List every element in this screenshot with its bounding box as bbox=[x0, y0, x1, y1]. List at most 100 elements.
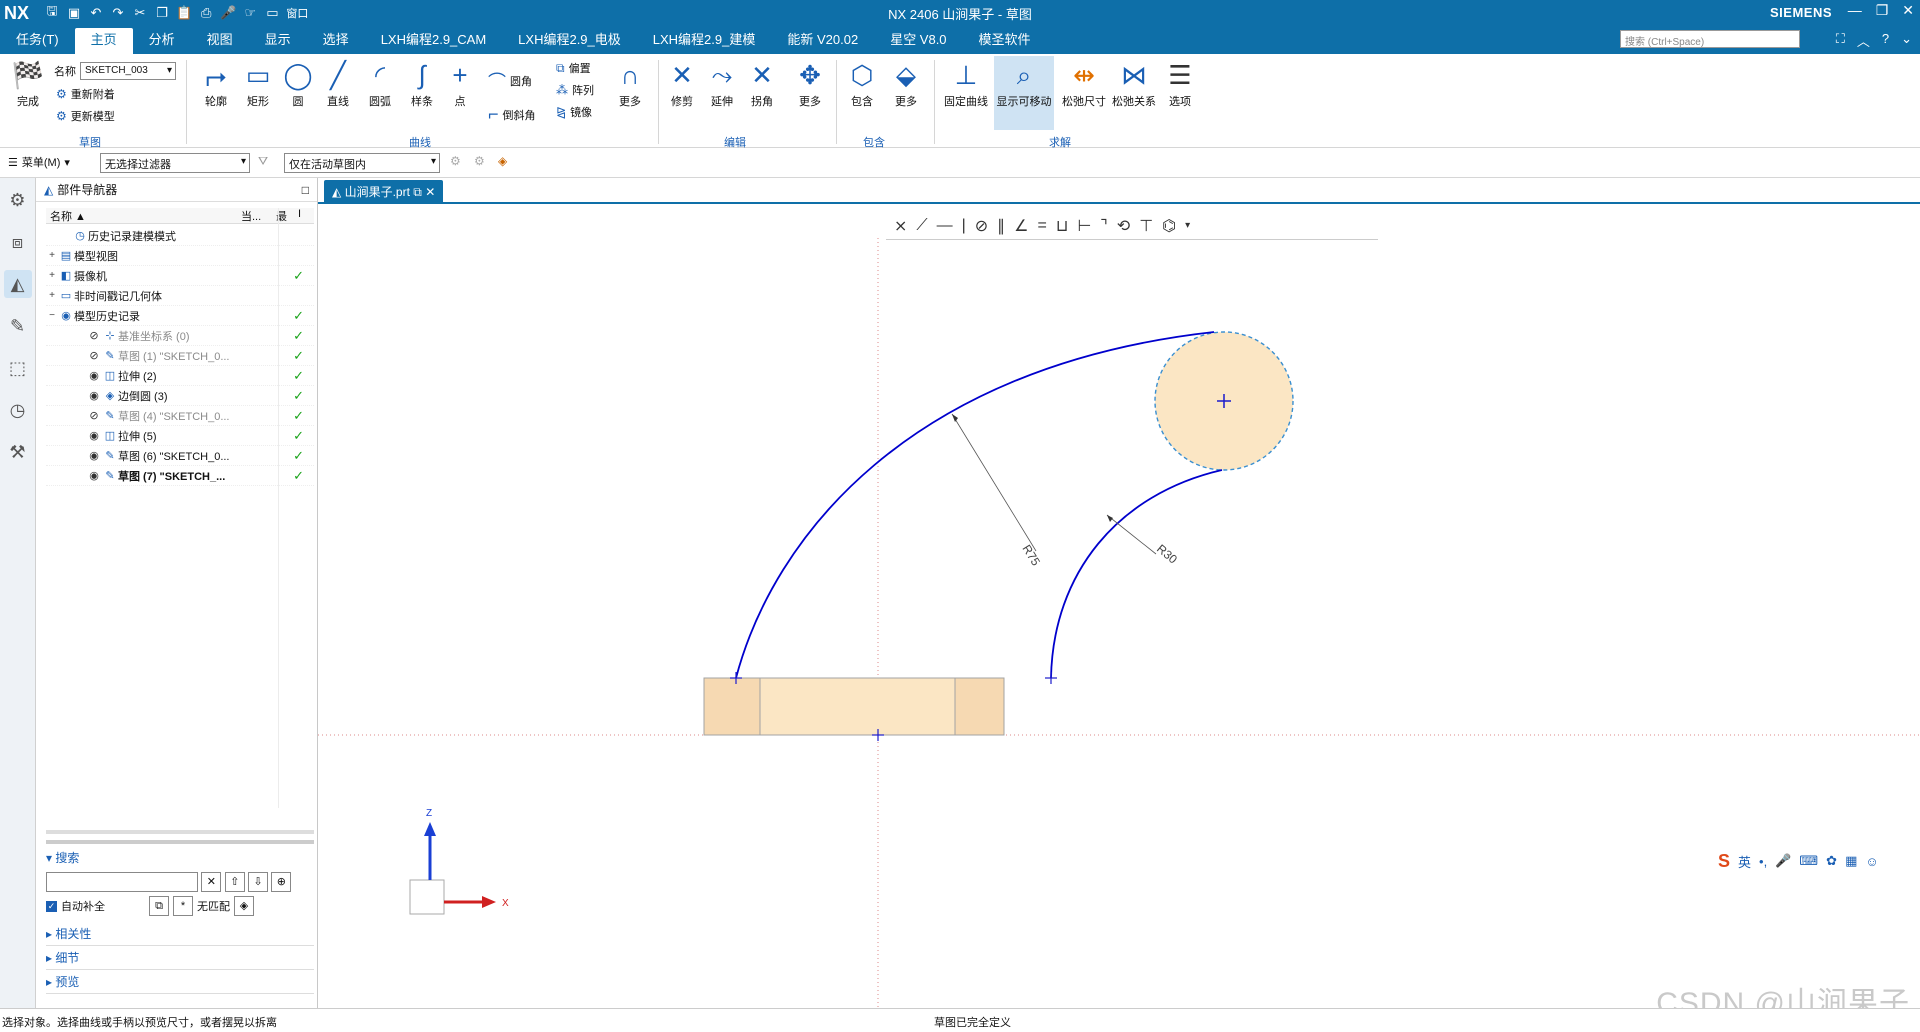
tab-task[interactable]: 任务(T) bbox=[0, 28, 75, 54]
print-icon[interactable]: ⎙ bbox=[198, 5, 214, 21]
navigator-row[interactable]: ⊘ ✎ 草图 (1) "SKETCH_0... ✓ bbox=[46, 346, 314, 366]
navigator-row[interactable]: ◉ ✎ 草图 (7) "SKETCH_... ✓ bbox=[46, 466, 314, 486]
tab-display[interactable]: 显示 bbox=[249, 28, 307, 54]
keyboard-icon[interactable]: ⌨ bbox=[1799, 853, 1818, 869]
column-current[interactable]: 当... bbox=[241, 208, 276, 223]
toolbox-icon[interactable]: ▦ bbox=[1845, 853, 1857, 869]
column-extra[interactable]: I bbox=[298, 208, 308, 223]
block-fillet-face-right[interactable] bbox=[954, 677, 1005, 736]
column-latest[interactable]: 最 bbox=[276, 208, 298, 223]
tab-lxh-modeling[interactable]: LXH编程2.9_建模 bbox=[637, 28, 772, 54]
sogou-logo-icon[interactable]: S bbox=[1718, 851, 1730, 872]
search-section[interactable]: ▾ 搜索 bbox=[46, 848, 314, 868]
options-icon[interactable]: ⌄ bbox=[1901, 31, 1912, 50]
search-up-icon[interactable]: ⇧ bbox=[224, 872, 245, 892]
visible-eye-icon[interactable]: ◉ bbox=[86, 389, 102, 402]
command-search-input[interactable]: 搜索 (Ctrl+Space) bbox=[1620, 30, 1800, 48]
deselect-icon[interactable]: ⚙ bbox=[474, 154, 485, 168]
expand-toggle-icon[interactable]: + bbox=[46, 250, 58, 261]
line-button[interactable]: ╱ 直线 bbox=[320, 60, 356, 109]
hidden-eye-icon[interactable]: ⊘ bbox=[86, 409, 102, 422]
dimension-leader-r30[interactable] bbox=[1106, 514, 1157, 555]
include-button[interactable]: ⬡ 包含 bbox=[844, 60, 880, 109]
navigator-row[interactable]: ◉ ◈ 边倒圆 (3) ✓ bbox=[46, 386, 314, 406]
block-fillet-face-left[interactable] bbox=[703, 677, 761, 736]
skin-icon[interactable]: ✿ bbox=[1826, 853, 1837, 869]
navigator-row[interactable]: ⊘ ✎ 草图 (4) "SKETCH_0... ✓ bbox=[46, 406, 314, 426]
arc-r75[interactable] bbox=[735, 331, 1215, 679]
selection-filter-select[interactable]: 无选择过滤器 bbox=[100, 153, 250, 173]
cut-icon[interactable]: ✂ bbox=[132, 5, 148, 21]
tab-view[interactable]: 视图 bbox=[191, 28, 249, 54]
fullscreen-icon[interactable]: ⛶ bbox=[1836, 31, 1845, 50]
section-details[interactable]: ▸ 细节 bbox=[46, 946, 314, 970]
dimension-r75[interactable]: R75 bbox=[1019, 542, 1043, 568]
tab-lxh-cam[interactable]: LXH编程2.9_CAM bbox=[365, 28, 502, 54]
reuse-library-icon[interactable]: ⬚ bbox=[4, 354, 32, 382]
ime-language-label[interactable]: 英 bbox=[1738, 852, 1751, 871]
history-icon[interactable]: ◷ bbox=[4, 396, 32, 424]
arc-r30[interactable] bbox=[1050, 469, 1223, 679]
clear-search-icon[interactable]: ✕ bbox=[201, 872, 222, 892]
constraint-navigator-icon[interactable]: ✎ bbox=[4, 312, 32, 340]
redo-icon[interactable]: ↷ bbox=[110, 5, 126, 21]
sketch-name-select[interactable]: SKETCH_003 bbox=[80, 62, 176, 80]
save-all-icon[interactable]: ▣ bbox=[66, 5, 82, 21]
settings-icon[interactable]: ⚙ bbox=[4, 186, 32, 214]
tab-home[interactable]: 主页 bbox=[74, 28, 133, 54]
visible-eye-icon[interactable]: ◉ bbox=[86, 469, 102, 482]
relax-dims-button[interactable]: ⇹ 松弛尺寸 bbox=[1060, 60, 1108, 109]
search-scope-icon[interactable]: ⧉ bbox=[149, 896, 169, 916]
fillet-button[interactable]: ⌒ 圆角 bbox=[488, 68, 532, 94]
copy-icon[interactable]: ❐ bbox=[154, 5, 170, 21]
dimension-r30[interactable]: R30 bbox=[1154, 542, 1180, 567]
show-movable-button[interactable]: ⌕ 显示可移动 bbox=[994, 56, 1054, 130]
navigator-row[interactable]: ◉ ◫ 拉伸 (2) ✓ bbox=[46, 366, 314, 386]
include-more-button[interactable]: ⬙ 更多 bbox=[888, 60, 924, 109]
mic-icon[interactable]: 🎤 bbox=[220, 5, 236, 21]
select-all-icon[interactable]: ⚙ bbox=[450, 154, 461, 168]
hidden-eye-icon[interactable]: ⊘ bbox=[86, 349, 102, 362]
arc-button[interactable]: ◜ 圆弧 bbox=[362, 60, 398, 109]
search-options-icon[interactable]: ⊕ bbox=[271, 872, 292, 892]
dimension-leader-r75[interactable] bbox=[951, 413, 1037, 552]
pattern-button[interactable]: ⁂ 阵列 bbox=[556, 82, 594, 98]
search-down-icon[interactable]: ⇩ bbox=[248, 872, 269, 892]
graphics-window[interactable]: ◭ 山涧果子.prt ⧉ ✕ ⨯ ⟋ — | ⊘ ∥ ∠ = ⊔ ⊢ ⌝ ⟲ ⊤… bbox=[318, 178, 1920, 1008]
main-menu-button[interactable]: ☰ 菜单(M) ▾ bbox=[8, 154, 70, 170]
punctuation-icon[interactable]: •, bbox=[1759, 854, 1767, 869]
touch-icon[interactable]: ☞ bbox=[242, 5, 258, 21]
point-button[interactable]: + 点 bbox=[442, 60, 478, 109]
finish-sketch-button[interactable]: 🏁 完成 bbox=[10, 60, 46, 109]
voice-input-icon[interactable]: 🎤 bbox=[1775, 853, 1791, 869]
mirror-button[interactable]: ⧎ 镜像 bbox=[556, 104, 592, 120]
chamfer-button[interactable]: ⌐ 倒斜角 bbox=[488, 104, 536, 125]
rectangle-button[interactable]: ▭ 矩形 bbox=[240, 60, 276, 109]
restore-icon[interactable]: ❐ bbox=[1876, 2, 1889, 19]
tools-icon[interactable]: ⚒ bbox=[4, 438, 32, 466]
save-icon[interactable]: 🖫 bbox=[44, 2, 60, 24]
paste-icon[interactable]: 📋 bbox=[176, 5, 192, 21]
edit-more-button[interactable]: ✥ 更多 bbox=[792, 60, 828, 109]
assembly-navigator-icon[interactable]: ⧈ bbox=[4, 228, 32, 256]
tab-analysis[interactable]: 分析 bbox=[133, 28, 191, 54]
curve-more-button[interactable]: ∩ 更多 bbox=[612, 60, 648, 109]
highlight-icon[interactable]: ◈ bbox=[234, 896, 254, 916]
horizontal-scrollbar[interactable] bbox=[46, 830, 314, 834]
avatar-icon[interactable]: ☺ bbox=[1865, 854, 1878, 869]
snap-point-icon[interactable]: ◈ bbox=[498, 154, 507, 168]
relax-rels-button[interactable]: ⋈ 松弛关系 bbox=[1110, 60, 1158, 109]
navigator-row[interactable]: ◉ ✎ 草图 (6) "SKETCH_0... ✓ bbox=[46, 446, 314, 466]
navigator-row[interactable]: + ▤ 模型视图 bbox=[46, 246, 314, 266]
update-model-button[interactable]: ⚙ 更新模型 bbox=[56, 108, 115, 124]
wildcard-icon[interactable]: * bbox=[173, 896, 193, 916]
profile-button[interactable]: ⮣ 轮廓 bbox=[198, 60, 234, 109]
selection-scope-select[interactable]: 仅在活动草图内 bbox=[284, 153, 440, 173]
spline-button[interactable]: ∫ 样条 bbox=[404, 60, 440, 109]
section-preview[interactable]: ▸ 预览 bbox=[46, 970, 314, 994]
section-dependencies[interactable]: ▸ 相关性 bbox=[46, 922, 314, 946]
trim-button[interactable]: ✕ 修剪 bbox=[664, 60, 700, 109]
navigator-search-input[interactable] bbox=[46, 872, 198, 892]
window-icon[interactable]: ▭ bbox=[264, 5, 280, 21]
maximize-panel-icon[interactable]: □ bbox=[302, 183, 309, 197]
